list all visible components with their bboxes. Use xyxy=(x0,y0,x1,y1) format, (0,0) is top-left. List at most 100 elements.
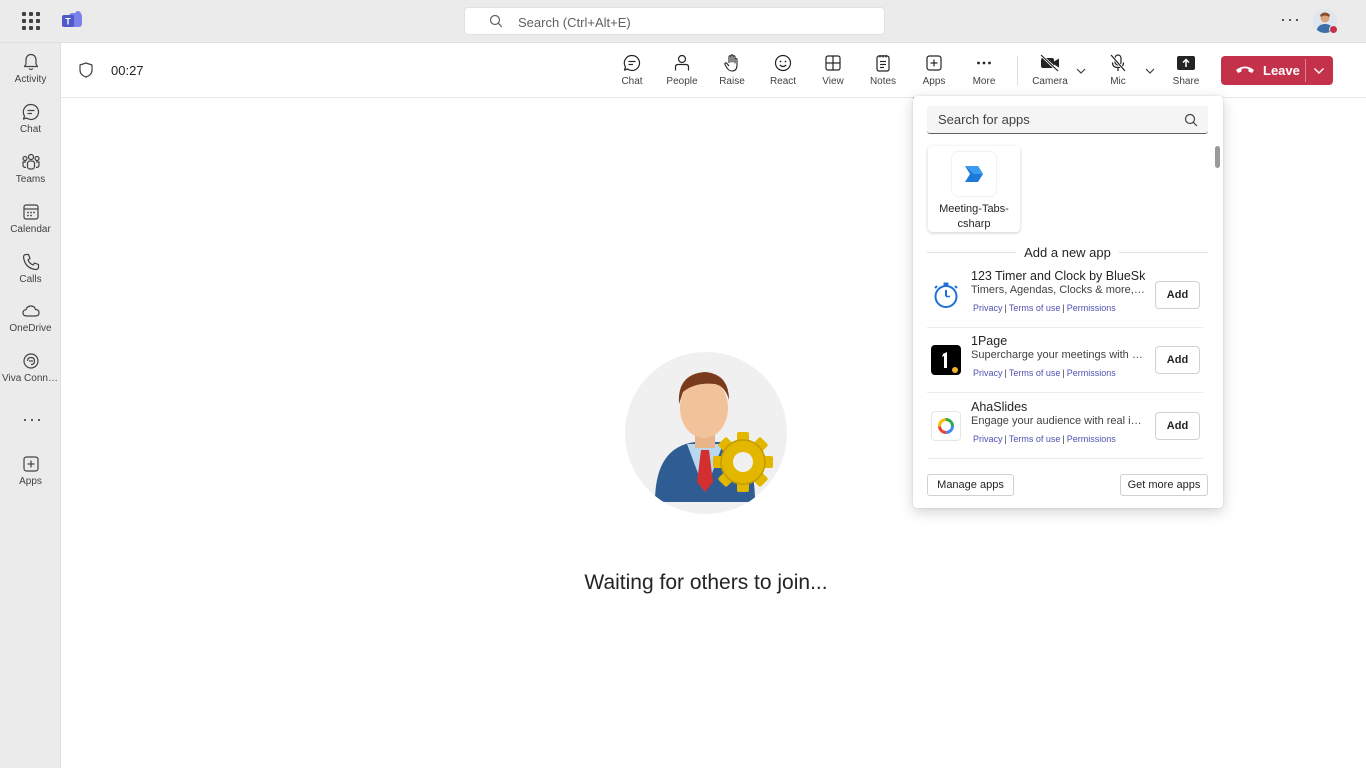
react-button[interactable]: React xyxy=(758,53,808,93)
add-new-app-divider: Add a new app xyxy=(927,244,1208,260)
people-icon xyxy=(674,54,690,71)
rail-item-viva-connections[interactable]: Viva Conne... xyxy=(0,345,61,393)
rail-label: OneDrive xyxy=(9,323,52,334)
rail-item-activity[interactable]: Activity xyxy=(0,46,61,94)
share-icon xyxy=(1177,56,1195,70)
mic-button[interactable]: Mic xyxy=(1093,53,1143,93)
list-item[interactable]: 123 Timer and Clock by BlueSky Timers, A… xyxy=(927,262,1203,326)
camera-options-chevron-icon[interactable] xyxy=(1075,65,1087,77)
apps-search-input[interactable]: Search for apps xyxy=(927,106,1208,134)
rail-item-chat[interactable]: Chat xyxy=(0,96,61,144)
shield-icon[interactable] xyxy=(79,62,93,78)
search-bar[interactable]: Search (Ctrl+Alt+E) xyxy=(464,7,885,35)
toolbar-label: Raise xyxy=(719,76,745,87)
people-button[interactable]: People xyxy=(657,53,707,93)
share-button[interactable]: Share xyxy=(1161,53,1211,93)
hand-icon xyxy=(724,54,738,72)
privacy-link[interactable]: Privacy xyxy=(973,303,1003,313)
meeting-timer: 00:27 xyxy=(111,63,144,78)
rail-item-calendar[interactable]: Calendar xyxy=(0,196,61,244)
toolbar-label: Apps xyxy=(922,76,946,87)
viva-icon xyxy=(22,353,39,369)
phone-icon xyxy=(22,253,39,271)
app-links: Privacy | Terms of use | Permissions xyxy=(973,434,1116,444)
leave-options-chevron-icon[interactable] xyxy=(1312,64,1326,78)
app-name: 1Page xyxy=(971,334,1008,348)
rail-label: Activity xyxy=(14,74,47,85)
more-button[interactable]: More xyxy=(959,53,1009,93)
rail-label: Calendar xyxy=(10,224,51,235)
list-item[interactable]: AhaSlides Engage your audience with real… xyxy=(927,393,1203,457)
rail-item-calls[interactable]: Calls xyxy=(0,246,61,294)
installed-app-name: Meeting-Tabs-csharp xyxy=(939,203,1009,230)
permissions-link[interactable]: Permissions xyxy=(1067,303,1116,313)
grid-view-icon xyxy=(825,55,841,71)
notes-button[interactable]: Notes xyxy=(858,53,908,93)
left-rail: Activity Chat Teams Calendar Calls OneDr… xyxy=(0,43,61,768)
toolbar-label: Mic xyxy=(1110,76,1126,87)
search-icon xyxy=(489,14,503,28)
toolbar-label: People xyxy=(666,76,698,87)
rail-item-apps[interactable]: Apps xyxy=(0,448,61,496)
bell-icon xyxy=(23,53,38,71)
camera-off-icon xyxy=(1040,54,1059,72)
add-app-button[interactable]: Add xyxy=(1155,281,1200,309)
more-icon xyxy=(977,61,991,65)
manage-apps-button[interactable]: Manage apps xyxy=(927,474,1014,496)
privacy-link[interactable]: Privacy xyxy=(973,434,1003,444)
leave-divider xyxy=(1305,59,1306,82)
terms-link[interactable]: Terms of use xyxy=(1009,368,1061,378)
toolbar-label: Notes xyxy=(869,76,897,87)
raise-hand-button[interactable]: Raise xyxy=(707,53,757,93)
teams-logo-icon: T xyxy=(62,11,82,27)
add-app-button[interactable]: Add xyxy=(1155,412,1200,440)
app-launcher-icon[interactable] xyxy=(22,12,40,30)
permissions-link[interactable]: Permissions xyxy=(1067,368,1116,378)
app-links: Privacy | Terms of use | Permissions xyxy=(973,303,1116,313)
mic-options-chevron-icon[interactable] xyxy=(1144,65,1156,77)
rail-item-teams[interactable]: Teams xyxy=(0,146,61,194)
presence-busy-badge xyxy=(1329,25,1338,34)
toolbar-label: More xyxy=(972,76,996,87)
add-apps-icon xyxy=(926,55,942,71)
toolbar-divider xyxy=(1017,56,1018,86)
emoji-icon xyxy=(774,54,792,72)
settings-more-icon[interactable]: ··· xyxy=(1280,9,1301,30)
permissions-link[interactable]: Permissions xyxy=(1067,434,1116,444)
search-icon xyxy=(1184,113,1198,127)
add-app-button[interactable]: Add xyxy=(1155,346,1200,374)
toolbar-label: Chat xyxy=(621,76,643,87)
rail-label: Apps xyxy=(19,476,42,487)
app-description: Timers, Agendas, Clocks & more, e... xyxy=(971,284,1145,296)
calendar-icon xyxy=(22,204,39,220)
app-description: Engage your audience with real int... xyxy=(971,415,1145,427)
view-button[interactable]: View xyxy=(808,53,858,93)
more-apps-icon[interactable]: ··· xyxy=(22,409,43,430)
privacy-link[interactable]: Privacy xyxy=(973,368,1003,378)
chat-icon xyxy=(22,103,39,121)
terms-link[interactable]: Terms of use xyxy=(1009,434,1061,444)
chat-button[interactable]: Chat xyxy=(607,53,657,93)
notes-icon xyxy=(876,55,890,72)
app-links: Privacy | Terms of use | Permissions xyxy=(973,368,1116,378)
chat-icon xyxy=(623,54,641,72)
list-item[interactable]: 1Page Supercharge your meetings with 1..… xyxy=(927,327,1203,391)
rail-label: Viva Conne... xyxy=(2,373,61,384)
terms-link[interactable]: Terms of use xyxy=(1009,303,1061,313)
app-description: Supercharge your meetings with 1... xyxy=(971,349,1145,361)
get-more-apps-button[interactable]: Get more apps xyxy=(1120,474,1208,496)
meeting-toolbar: 00:27 Chat People Raise React View Notes… xyxy=(61,43,1366,99)
leave-button[interactable]: Leave xyxy=(1221,56,1333,85)
installed-app-tile[interactable]: Meeting-Tabs-csharp xyxy=(928,146,1020,232)
rail-label: Calls xyxy=(19,274,42,285)
teams-icon xyxy=(21,153,40,170)
flyout-scrollbar[interactable] xyxy=(1215,146,1220,168)
hang-up-icon xyxy=(1236,66,1254,73)
apps-button[interactable]: Apps xyxy=(909,53,959,99)
rail-label: Teams xyxy=(15,174,46,185)
camera-button[interactable]: Camera xyxy=(1025,53,1075,93)
mic-off-icon xyxy=(1110,54,1126,72)
toolbar-label: React xyxy=(769,76,797,87)
rail-item-onedrive[interactable]: OneDrive xyxy=(0,295,61,343)
toolbar-label: Camera xyxy=(1032,76,1068,87)
